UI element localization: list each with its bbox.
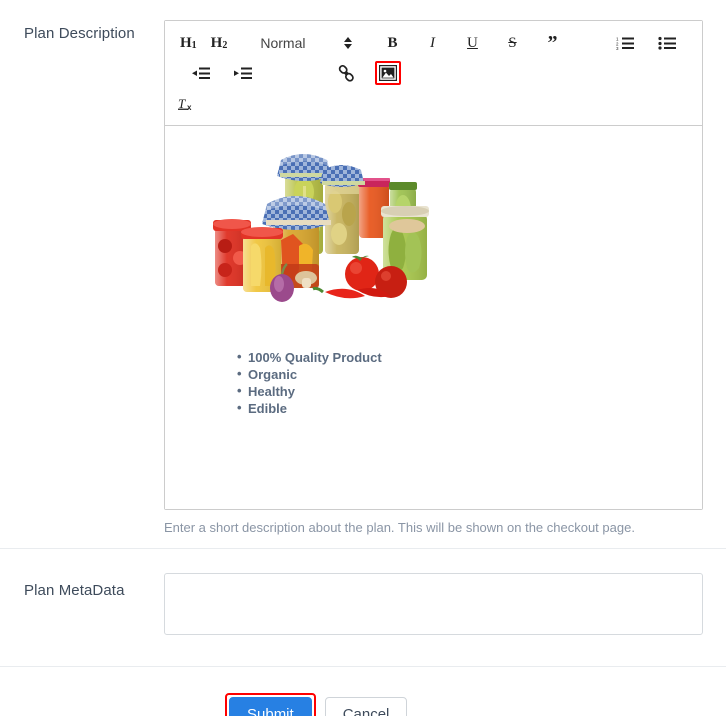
clear-formatting-icon[interactable]: T x bbox=[174, 92, 201, 116]
rich-text-editor[interactable]: H1 H2 Normal B I U S ” 1 2 3 T x • 100% … bbox=[164, 20, 703, 510]
plan-metadata-control bbox=[164, 573, 706, 640]
cancel-button[interactable]: Cancel bbox=[324, 697, 408, 716]
svg-text:3: 3 bbox=[616, 46, 619, 50]
image-icon[interactable] bbox=[375, 61, 401, 85]
outdent-button[interactable] bbox=[188, 61, 214, 85]
submit-button[interactable]: Submit bbox=[229, 697, 312, 716]
format-select[interactable]: Normal bbox=[260, 31, 353, 55]
strikethrough-button[interactable]: S bbox=[500, 31, 524, 55]
plan-description-control: H1 H2 Normal B I U S ” 1 2 3 T x • 100% … bbox=[164, 20, 706, 537]
editor-toolbar: H1 H2 Normal B I U S ” 1 2 3 T x bbox=[165, 21, 702, 126]
plan-metadata-input[interactable] bbox=[164, 573, 703, 635]
heading-2-subscript: 2 bbox=[222, 39, 228, 51]
heading-1-label: H bbox=[180, 34, 192, 51]
plan-description-label: Plan Description bbox=[24, 25, 135, 42]
editor-toolbar-row-2: T x bbox=[173, 89, 694, 119]
plan-description-row: Plan Description H1 H2 Normal B I U S ” … bbox=[0, 0, 726, 537]
blockquote-button[interactable]: ” bbox=[540, 31, 564, 55]
submit-button-highlight: Submit bbox=[225, 693, 316, 716]
plan-feature-list: 100% Quality Product Organic Healthy Edi… bbox=[179, 348, 688, 417]
heading-1-subscript: 1 bbox=[191, 39, 197, 51]
indent-button[interactable] bbox=[230, 61, 256, 85]
plan-form-page: Plan Description H1 H2 Normal B I U S ” … bbox=[0, 0, 726, 716]
format-select-value: Normal bbox=[260, 35, 306, 51]
list-item: Healthy bbox=[237, 382, 688, 400]
editor-content-area[interactable]: Canned vegetables bbox=[165, 126, 702, 509]
heading-2-label: H bbox=[210, 34, 223, 51]
underline-button[interactable]: U bbox=[460, 31, 484, 55]
chevron-updown-icon bbox=[343, 36, 353, 50]
heading-1-button[interactable]: H1 bbox=[174, 31, 203, 55]
svg-text:x: x bbox=[187, 103, 192, 112]
list-item: Organic bbox=[237, 365, 688, 383]
plan-description-help-text: Enter a short description about the plan… bbox=[164, 520, 635, 535]
bold-button[interactable]: B bbox=[380, 31, 404, 55]
form-actions: Submit Cancel bbox=[0, 667, 726, 716]
heading-2-button[interactable]: H2 bbox=[205, 31, 234, 55]
ordered-list-button[interactable]: 1 2 3 bbox=[612, 31, 638, 55]
italic-button[interactable]: I bbox=[420, 31, 444, 55]
list-item: 100% Quality Product bbox=[237, 348, 688, 366]
plan-description-image[interactable]: Canned vegetables bbox=[207, 142, 435, 302]
list-item: Edible bbox=[237, 399, 688, 417]
link-icon[interactable] bbox=[334, 61, 359, 85]
plan-metadata-label: Plan MetaData bbox=[24, 582, 125, 599]
plan-metadata-row: Plan MetaData bbox=[0, 549, 726, 666]
bullet-list-button[interactable] bbox=[654, 31, 680, 55]
